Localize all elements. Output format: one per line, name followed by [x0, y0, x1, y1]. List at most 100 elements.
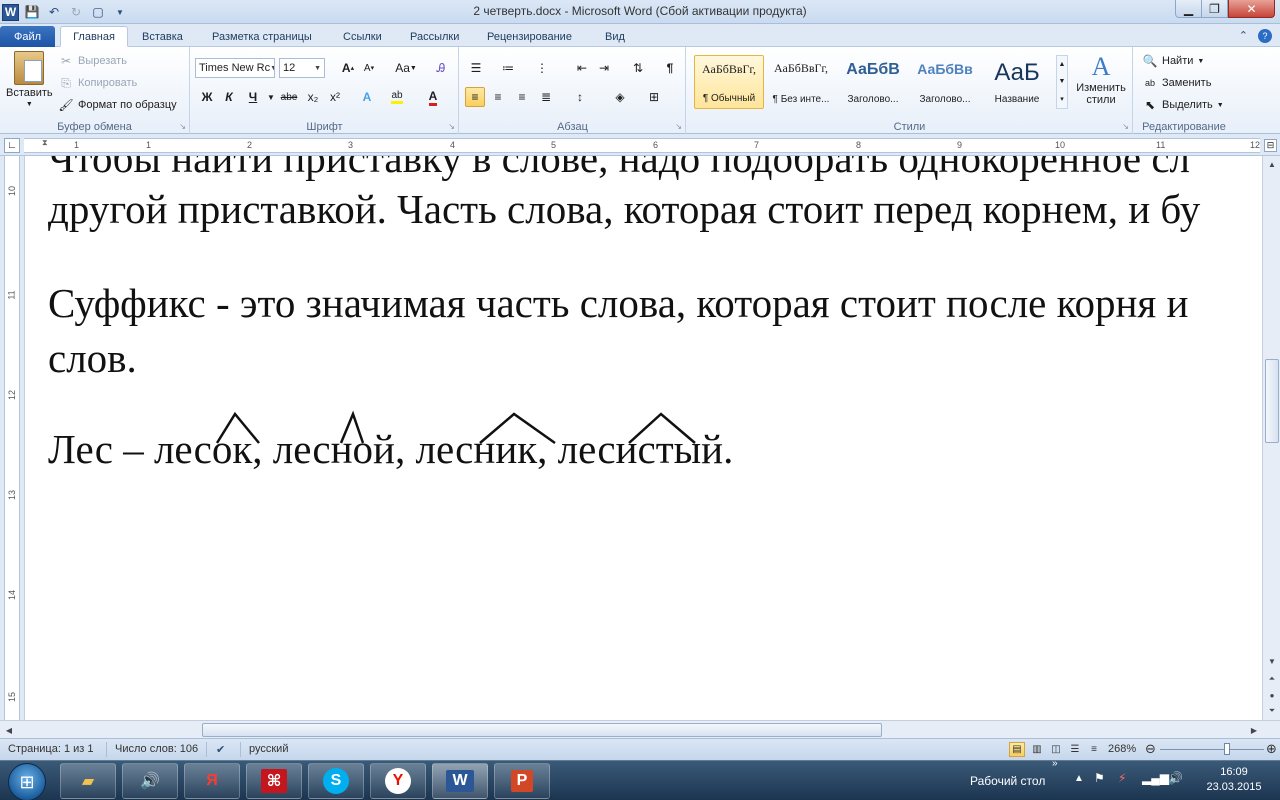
web-layout-icon[interactable]: ◫ — [1048, 742, 1064, 757]
grow-font-button[interactable]: A ▴ — [338, 58, 358, 78]
clear-formatting-button[interactable]: Ꭿ — [431, 58, 451, 78]
format-painter-button[interactable]: 🖌 Формат по образцу — [58, 97, 176, 113]
taskbar-yandex[interactable]: Я — [184, 763, 240, 799]
italic-button[interactable]: К — [219, 87, 239, 107]
tab-references[interactable]: Ссылки — [337, 26, 388, 47]
styles-scroll[interactable]: ▲ ▼ ▾ — [1056, 55, 1068, 109]
taskbar-acrobat[interactable]: ⌘ — [246, 763, 302, 799]
zoom-level[interactable]: 268% — [1108, 743, 1136, 755]
tab-review[interactable]: Рецензирование — [481, 26, 578, 47]
flag-icon[interactable]: ⚑ — [1094, 771, 1105, 785]
copy-button[interactable]: ⎘ Копировать — [58, 75, 137, 91]
underline-dropdown-icon[interactable]: ▼ — [261, 87, 281, 107]
help-icon[interactable]: ? — [1258, 29, 1272, 43]
font-color-button[interactable]: A — [423, 87, 443, 107]
horizontal-scrollbar[interactable]: ◀ ▶ — [0, 720, 1280, 738]
show-hidden-icons-icon[interactable]: ▲ — [1074, 773, 1084, 784]
horizontal-ruler[interactable]: ⧗ 1 1 2 3 4 5 6 7 8 9 10 11 12 — [24, 138, 1260, 153]
scroll-right-icon[interactable]: ▶ — [1247, 723, 1261, 737]
find-button[interactable]: 🔍 Найти ▼ — [1142, 53, 1205, 69]
taskbar-media-player[interactable]: 🔊 — [122, 763, 178, 799]
view-ruler-button[interactable]: ⊟ — [1264, 139, 1277, 152]
taskbar-skype[interactable]: S — [308, 763, 364, 799]
tab-selector[interactable]: ∟ — [4, 138, 20, 153]
paste-button[interactable]: Вставить ▼ — [6, 51, 53, 108]
replace-button[interactable]: ab Заменить — [1142, 75, 1211, 91]
borders-button[interactable]: ⊞ — [644, 87, 664, 107]
volume-icon[interactable]: 🔊 — [1168, 771, 1183, 785]
chevron-down-icon[interactable]: ▼ — [1059, 78, 1066, 85]
power-icon[interactable]: ⚡ — [1118, 771, 1126, 785]
next-page-icon[interactable]: ⏷ — [1265, 704, 1279, 718]
clipboard-launcher-icon[interactable]: ↘ — [179, 122, 186, 131]
clock[interactable]: 16:09 23.03.2015 — [1196, 765, 1272, 795]
vertical-scrollbar[interactable]: ▲ ▼ ⏶ ● ⏷ — [1262, 156, 1280, 720]
zoom-slider-thumb[interactable] — [1224, 743, 1230, 755]
paragraph-launcher-icon[interactable]: ↘ — [675, 122, 682, 131]
justify-button[interactable]: ≣ — [536, 87, 556, 107]
proofing-icon[interactable]: ✔ — [216, 743, 225, 756]
text-effects-button[interactable]: A — [357, 87, 377, 107]
font-size-combo[interactable]: 12 ▼ — [279, 58, 325, 78]
align-left-button[interactable]: ≡ — [465, 87, 485, 107]
change-case-button[interactable]: Aa ▼ — [393, 58, 419, 78]
shading-button[interactable]: ◈ — [610, 87, 630, 107]
word-count[interactable]: Число слов: 106 — [115, 743, 198, 755]
vertical-scroll-thumb[interactable] — [1265, 359, 1279, 443]
vertical-ruler[interactable]: 10 11 12 13 14 15 — [4, 156, 20, 720]
tab-home[interactable]: Главная — [60, 26, 128, 47]
decrease-indent-button[interactable]: ⇤ — [572, 58, 592, 78]
line-spacing-button[interactable]: ↕ — [570, 87, 590, 107]
scroll-up-icon[interactable]: ▲ — [1265, 157, 1279, 171]
horizontal-scroll-thumb[interactable] — [202, 723, 882, 737]
document-page[interactable]: Чтобы найти приставку в слове, надо подо… — [24, 156, 1262, 720]
change-styles-button[interactable]: A Изменить стили — [1073, 53, 1129, 107]
language[interactable]: русский — [249, 743, 288, 755]
page-count[interactable]: Страница: 1 из 1 — [8, 743, 94, 755]
increase-indent-button[interactable]: ⇥ — [594, 58, 614, 78]
sort-button[interactable]: ⇅ — [628, 58, 648, 78]
zoom-in-icon[interactable]: ⊕ — [1266, 741, 1277, 757]
bullets-button[interactable]: ☰ — [466, 58, 486, 78]
shrink-font-button[interactable]: A ▾ — [359, 58, 379, 78]
scroll-left-icon[interactable]: ◀ — [2, 723, 16, 737]
scroll-down-icon[interactable]: ▼ — [1265, 654, 1279, 668]
strikethrough-button[interactable]: abe — [279, 87, 299, 107]
style-heading2[interactable]: АаБбВв Заголово... — [910, 55, 980, 109]
zoom-out-icon[interactable]: ⊖ — [1145, 741, 1156, 757]
tab-view[interactable]: Вид — [599, 26, 631, 47]
expand-toolbar-icon[interactable]: » — [1052, 758, 1058, 769]
numbering-button[interactable]: ≔ — [498, 58, 518, 78]
browse-object-icon[interactable]: ● — [1265, 688, 1279, 702]
outline-icon[interactable]: ☰ — [1067, 742, 1083, 757]
restore-button[interactable]: ❐ — [1202, 0, 1228, 18]
desktop-toolbar-label[interactable]: Рабочий стол — [970, 774, 1045, 788]
taskbar-word[interactable]: W — [432, 763, 488, 799]
full-screen-reading-icon[interactable]: ▥ — [1029, 742, 1045, 757]
close-button[interactable]: ✕ — [1228, 0, 1275, 18]
chevron-up-icon[interactable]: ▲ — [1059, 61, 1066, 68]
align-center-button[interactable]: ≡ — [488, 87, 508, 107]
multilevel-list-button[interactable]: ⋮ — [532, 58, 552, 78]
style-no-spacing[interactable]: АаБбВвГг, ¶ Без инте... — [766, 55, 836, 109]
highlight-color-button[interactable]: ab — [387, 87, 407, 107]
start-button[interactable]: ⊞ — [8, 763, 46, 800]
minimize-ribbon-icon[interactable]: ⌃ — [1239, 29, 1248, 43]
taskbar-powerpoint[interactable]: P — [494, 763, 550, 799]
superscript-button[interactable]: x² — [325, 87, 345, 107]
tab-file[interactable]: Файл — [0, 26, 55, 47]
network-icon[interactable]: ▂▄▆ — [1142, 771, 1169, 785]
select-button[interactable]: ⬉ Выделить ▼ — [1142, 97, 1224, 113]
show-marks-button[interactable]: ¶ — [660, 58, 680, 78]
print-layout-icon[interactable]: ▤ — [1009, 742, 1025, 757]
underline-button[interactable]: Ч — [243, 87, 263, 107]
subscript-button[interactable]: x₂ — [303, 87, 323, 107]
tab-page-layout[interactable]: Разметка страницы — [206, 26, 318, 47]
previous-page-icon[interactable]: ⏶ — [1265, 672, 1279, 686]
font-name-combo[interactable]: Times New Rc▼ — [195, 58, 275, 78]
tab-insert[interactable]: Вставка — [136, 26, 189, 47]
font-launcher-icon[interactable]: ↘ — [448, 122, 455, 131]
style-title[interactable]: АаБ Название — [982, 55, 1052, 109]
taskbar-yandex-browser[interactable]: Y — [370, 763, 426, 799]
zoom-slider[interactable] — [1160, 749, 1264, 750]
